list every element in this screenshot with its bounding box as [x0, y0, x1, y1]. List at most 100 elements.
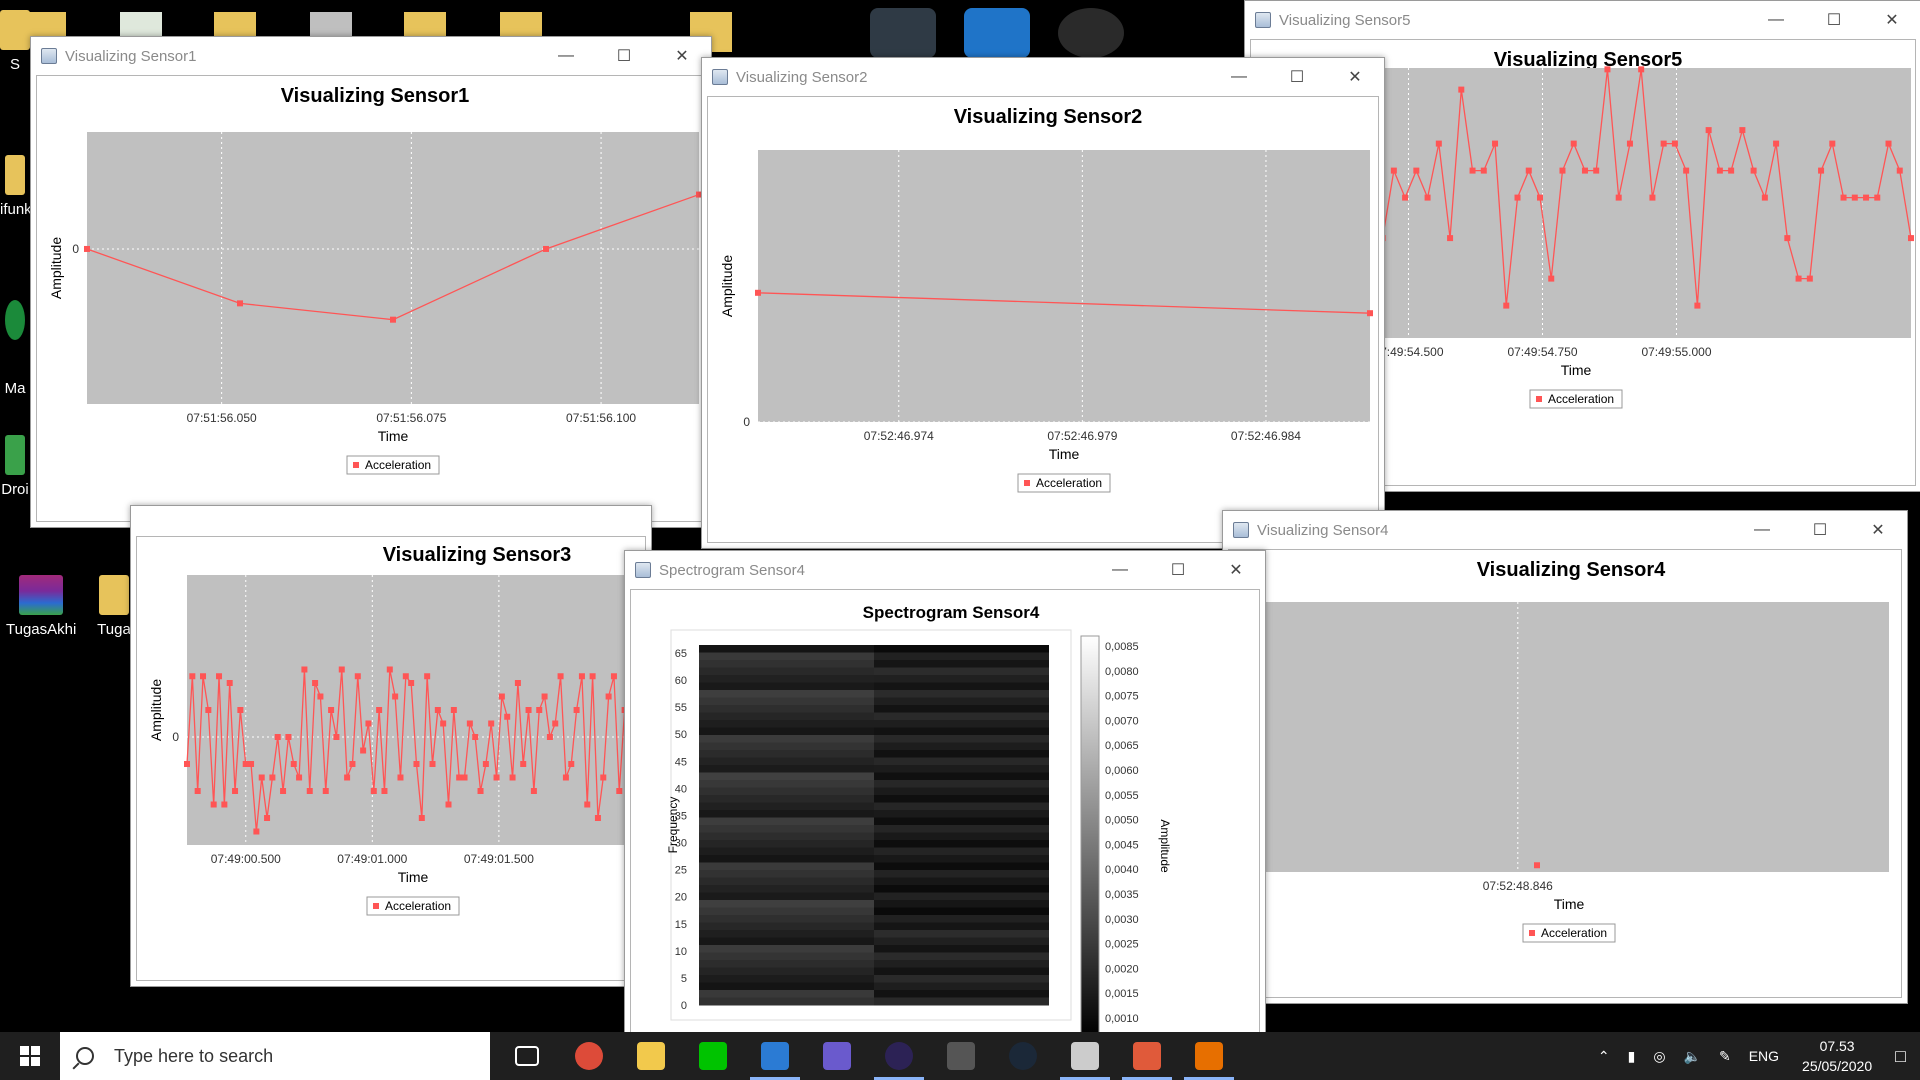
excel-file-icon[interactable] [120, 12, 162, 38]
data-point [445, 801, 452, 808]
titlebar[interactable]: Spectrogram Sensor4 — ☐ ✕ [625, 551, 1265, 589]
heatmap-cell [699, 735, 874, 743]
maximize-button[interactable]: ☐ [1791, 511, 1849, 549]
desktop-icon[interactable]: TugasAkhir... [6, 575, 76, 638]
colorbar-tick-label: 0,0055 [1105, 790, 1139, 802]
taskbar-app-file-explorer[interactable] [620, 1032, 682, 1080]
desktop-icon[interactable]: Droi [0, 435, 30, 498]
minimize-button[interactable]: — [1733, 511, 1791, 549]
data-point [520, 761, 527, 767]
minimize-button[interactable]: — [1210, 58, 1268, 96]
java-window-icon [1255, 12, 1271, 28]
language-indicator[interactable]: ENG [1749, 1048, 1779, 1064]
native-instruments-icon[interactable] [964, 8, 1030, 58]
desktop-icon[interactable]: Tuga [94, 575, 134, 638]
search-box[interactable]: Type here to search [60, 1032, 490, 1080]
minimize-button[interactable]: — [1091, 551, 1149, 589]
data-point [477, 788, 484, 794]
folder-icon[interactable] [500, 12, 542, 38]
window-sensor1[interactable]: Visualizing Sensor1 — ☐ ✕ Visualizing Se… [30, 36, 712, 528]
pen-icon[interactable]: ✎ [1719, 1048, 1731, 1065]
taskbar-app-eclipse[interactable] [868, 1032, 930, 1080]
start-button[interactable] [0, 1032, 60, 1080]
data-point [1840, 194, 1847, 201]
battery-icon[interactable]: ▮ [1628, 1048, 1636, 1065]
data-point [594, 815, 601, 821]
volume-icon[interactable]: 🔈 [1684, 1048, 1701, 1065]
titlebar[interactable]: Visualizing Sensor5 — ☐ ✕ [1245, 1, 1920, 39]
minimize-button[interactable]: — [1747, 1, 1805, 39]
ccleaner-icon[interactable] [870, 8, 936, 58]
plot-area [87, 132, 699, 404]
data-point [392, 693, 399, 700]
data-point [1638, 66, 1645, 73]
x-tick-label: 07:49:55.000 [1641, 345, 1711, 359]
folder-icon[interactable] [214, 12, 256, 38]
desktop-icon[interactable]: ifunk [0, 155, 30, 218]
titlebar[interactable]: Visualizing Sensor4 — ☐ ✕ [1223, 511, 1907, 549]
taskbar-app-git[interactable] [1116, 1032, 1178, 1080]
data-point [386, 666, 393, 673]
taskbar-app-texmaker[interactable] [930, 1032, 992, 1080]
heatmap-cell [699, 645, 874, 653]
data-point [546, 734, 553, 740]
taskbar-app-vscode[interactable] [744, 1032, 806, 1080]
heatmap-cell [874, 832, 1049, 841]
titlebar[interactable]: Visualizing Sensor2 — ☐ ✕ [702, 58, 1384, 96]
data-point [1548, 275, 1555, 282]
window-sensor4[interactable]: Visualizing Sensor4 — ☐ ✕ Visualizing Se… [1222, 510, 1908, 1004]
taskbar-app-sublime-merge[interactable] [806, 1032, 868, 1080]
heatmap-cell [699, 832, 874, 841]
taskbar-app-steam[interactable] [992, 1032, 1054, 1080]
close-button[interactable]: ✕ [1326, 58, 1384, 96]
heatmap-cell [874, 847, 1049, 856]
heatmap-cell [699, 660, 874, 668]
notification-icon[interactable]: □ [1895, 1046, 1906, 1067]
git-icon [1133, 1042, 1161, 1070]
folder-icon[interactable] [404, 12, 446, 38]
heatmap-cell [874, 802, 1049, 811]
titlebar[interactable]: Visualizing Sensor1 — ☐ ✕ [31, 37, 711, 75]
data-point [1447, 235, 1454, 242]
taskbar-app-task-view[interactable] [496, 1032, 558, 1080]
heatmap-cell [874, 652, 1049, 661]
desktop-icon[interactable]: Ma [0, 300, 30, 397]
window-sensor2[interactable]: Visualizing Sensor2 — ☐ ✕ Visualizing Se… [701, 57, 1385, 549]
close-button[interactable]: ✕ [1863, 1, 1920, 39]
java-icon [1195, 1042, 1223, 1070]
data-point [1514, 194, 1521, 201]
folder-icon[interactable] [22, 12, 66, 38]
file-explorer-icon [637, 1042, 665, 1070]
data-point [253, 828, 260, 835]
clock[interactable]: 07.53 25/05/2020 [1802, 1036, 1872, 1076]
close-button[interactable]: ✕ [1849, 511, 1907, 549]
winrar-icon [19, 575, 63, 615]
minimize-button[interactable]: — [537, 37, 595, 75]
colorbar-tick-label: 0,0080 [1105, 666, 1139, 678]
x-tick-label: 07:49:00.500 [211, 852, 281, 866]
heatmap-cell [874, 675, 1049, 683]
clapper-icon[interactable] [310, 12, 352, 38]
data-point [530, 788, 537, 794]
maximize-button[interactable]: ☐ [1149, 551, 1207, 589]
maximize-button[interactable]: ☐ [1805, 1, 1863, 39]
y-tick-label: 5 [681, 973, 687, 985]
taskbar-app-line[interactable] [682, 1032, 744, 1080]
data-point [610, 673, 617, 680]
maximize-button[interactable]: ☐ [1268, 58, 1326, 96]
window-spectrogram[interactable]: Spectrogram Sensor4 — ☐ ✕ Spectrogram Se… [624, 550, 1266, 1034]
taskbar-app-chrome[interactable] [558, 1032, 620, 1080]
globe-icon[interactable]: ◎ [1653, 1048, 1665, 1065]
colorbar-tick-label: 0,0030 [1105, 914, 1139, 926]
close-button[interactable]: ✕ [1207, 551, 1265, 589]
taskbar-app-java[interactable] [1178, 1032, 1240, 1080]
data-point [205, 707, 212, 713]
chart-title: Visualizing Sensor4 [1477, 559, 1666, 581]
app-circle-icon[interactable] [1058, 8, 1124, 58]
data-point [1503, 302, 1510, 309]
data-point [1469, 167, 1476, 174]
window-sensor3[interactable]: Visualizing Sensor3 07:49:00.500 07:49:01… [130, 505, 652, 987]
taskbar-app-unity[interactable] [1054, 1032, 1116, 1080]
maximize-button[interactable]: ☐ [595, 37, 653, 75]
chevron-up-icon[interactable]: ⌃ [1598, 1048, 1610, 1065]
